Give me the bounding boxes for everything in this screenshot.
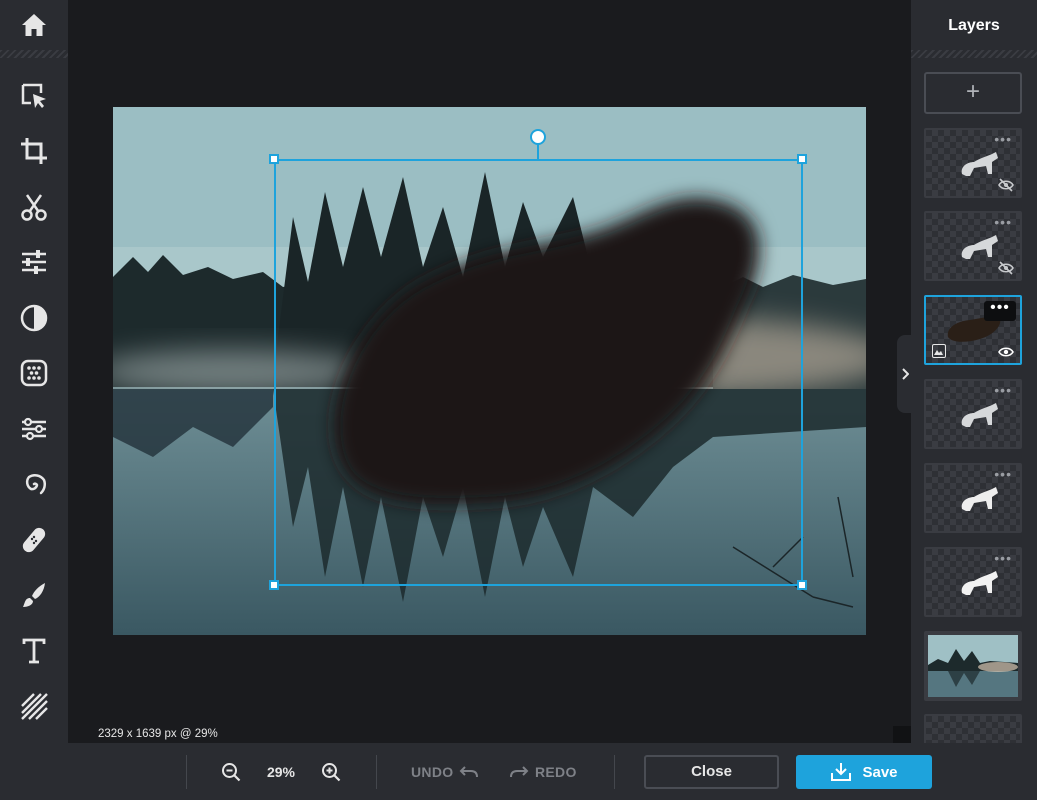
layer-menu-icon[interactable]: ••• (994, 467, 1012, 481)
redo-label: REDO (535, 764, 577, 780)
heal-tool-button[interactable] (0, 517, 68, 563)
left-toolbar (0, 0, 68, 800)
undo-icon (460, 766, 479, 778)
distort-tool-button[interactable] (0, 461, 68, 507)
zoom-in-icon (322, 763, 341, 782)
layer-thumbnail (961, 403, 998, 427)
layer-item[interactable]: ••• (924, 463, 1022, 533)
resize-handle-bottom-right[interactable] (797, 580, 807, 590)
brush-tool-button[interactable] (0, 572, 68, 618)
add-layer-button[interactable]: + (924, 72, 1022, 114)
lake-forest-image (113, 107, 866, 635)
canvas-area[interactable]: 2329 x 1639 px @ 29% (68, 0, 911, 743)
layer-thumbnail (961, 235, 998, 259)
crop-tool-button[interactable] (0, 128, 68, 174)
close-button[interactable]: Close (644, 755, 779, 789)
scissors-icon (21, 194, 47, 221)
zoom-out-button[interactable] (218, 759, 244, 785)
chevron-right-icon (902, 368, 909, 380)
toolbar-divider (0, 50, 68, 58)
effects-tool-button[interactable] (0, 295, 68, 341)
spiral-icon (25, 474, 46, 495)
brush-icon (23, 583, 45, 607)
save-label: Save (862, 763, 898, 781)
zoom-value: 29% (266, 764, 296, 780)
pattern-tool-button[interactable] (0, 683, 68, 729)
rotate-handle-stem (537, 144, 539, 159)
liquify-tool-button[interactable] (0, 406, 68, 452)
layers-title: Layers (948, 17, 1000, 34)
redo-button[interactable]: REDO (509, 759, 577, 785)
layer-item-photo[interactable] (924, 631, 1022, 701)
image-layer-icon (932, 344, 946, 358)
canvas-photo[interactable] (113, 107, 866, 635)
bottom-divider (614, 755, 615, 789)
eye-off-icon[interactable] (998, 261, 1014, 275)
texture-tool-button[interactable] (0, 350, 68, 396)
bottom-divider (186, 755, 187, 789)
home-button[interactable] (0, 0, 68, 50)
sliders-icon (22, 250, 46, 274)
resize-handle-top-left[interactable] (269, 154, 279, 164)
resize-handle-bottom-left[interactable] (269, 580, 279, 590)
wave-nodes-icon (22, 417, 46, 441)
layer-item[interactable]: ••• (924, 379, 1022, 449)
diagonal-stripes-icon (21, 693, 48, 720)
layer-menu-button[interactable]: ••• (984, 300, 1016, 321)
half-circle-icon (20, 304, 48, 332)
layer-item[interactable]: ••• (924, 547, 1022, 617)
layer-thumbnail (961, 152, 998, 176)
redo-icon (510, 766, 529, 778)
layers-divider (911, 50, 1037, 58)
resize-handle-top-right[interactable] (797, 154, 807, 164)
undo-label: UNDO (411, 764, 454, 780)
eye-icon[interactable] (998, 345, 1014, 359)
bottom-bar: 29% UNDO REDO Close Save (68, 743, 1037, 800)
zoom-in-button[interactable] (318, 759, 344, 785)
canvas-corner (893, 726, 911, 743)
dots-square-icon (20, 359, 48, 387)
crop-icon (21, 138, 47, 164)
text-icon (22, 638, 46, 664)
pointer-select-icon (21, 83, 46, 108)
adjust-tool-button[interactable] (0, 239, 68, 285)
undo-button[interactable]: UNDO (411, 759, 479, 785)
bandage-icon (22, 527, 46, 553)
layer-menu-icon[interactable]: ••• (994, 551, 1012, 565)
layer-item[interactable]: ••• (924, 128, 1022, 198)
download-icon (831, 763, 852, 781)
layer-thumbnail (961, 571, 998, 595)
home-icon (22, 14, 46, 36)
layer-menu-icon[interactable]: ••• (994, 383, 1012, 397)
canvas-size-readout: 2329 x 1639 px @ 29% (68, 726, 248, 743)
layer-item[interactable]: ••• (924, 211, 1022, 281)
photo-editor: 2329 x 1639 px @ 29% Layers + ••• ••• ••… (0, 0, 1037, 800)
cutout-tool-button[interactable] (0, 184, 68, 230)
eye-off-icon[interactable] (998, 178, 1014, 192)
select-tool-button[interactable] (0, 73, 68, 119)
bottom-divider (376, 755, 377, 789)
layer-menu-icon[interactable]: ••• (994, 132, 1012, 146)
zoom-out-icon (222, 763, 241, 782)
layer-menu-icon[interactable]: ••• (994, 215, 1012, 229)
layers-panel: Layers + ••• ••• ••• ••• ••• ••• (911, 0, 1037, 800)
rotate-handle[interactable] (530, 129, 546, 145)
layer-thumbnail (961, 487, 998, 511)
layer-item-active[interactable]: ••• (924, 295, 1022, 365)
photo-layer-thumbnail (928, 635, 1018, 697)
save-button[interactable]: Save (796, 755, 932, 789)
text-tool-button[interactable] (0, 628, 68, 674)
